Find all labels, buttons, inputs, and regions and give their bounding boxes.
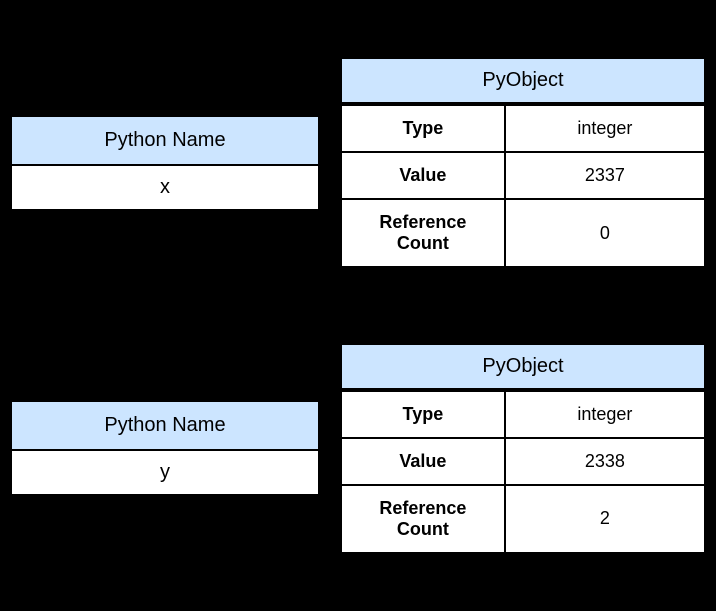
pyobject-title-2: PyObject (340, 343, 706, 390)
row-1: Python Name x PyObject Type integer Valu… (0, 57, 716, 268)
field-value-value-2: 2338 (505, 438, 705, 485)
pyobject-box-1: PyObject Type integer Value 2337 Referen… (340, 57, 706, 268)
table-row: Type integer (341, 105, 705, 152)
python-name-value-1: x (10, 166, 320, 211)
python-name-box-1: Python Name x (10, 115, 320, 211)
python-name-header-1: Python Name (10, 115, 320, 166)
field-label-value-2: Value (341, 438, 505, 485)
field-value-refcount-2: 2 (505, 485, 705, 553)
table-row: ReferenceCount 0 (341, 199, 705, 267)
field-value-refcount-1: 0 (505, 199, 705, 267)
field-value-type-2: integer (505, 391, 705, 438)
pyobject-table-1: Type integer Value 2337 ReferenceCount 0 (340, 104, 706, 268)
pyobject-table-2: Type integer Value 2338 ReferenceCount 2 (340, 390, 706, 554)
row-2: Python Name y PyObject Type integer Valu… (0, 343, 716, 554)
field-label-type-2: Type (341, 391, 505, 438)
field-label-refcount-1: ReferenceCount (341, 199, 505, 267)
table-row: Type integer (341, 391, 705, 438)
field-label-refcount-2: ReferenceCount (341, 485, 505, 553)
table-row: Value 2337 (341, 152, 705, 199)
python-name-value-2: y (10, 451, 320, 496)
diagram-container: Python Name x PyObject Type integer Valu… (0, 0, 716, 611)
field-label-type-1: Type (341, 105, 505, 152)
pyobject-box-2: PyObject Type integer Value 2338 Referen… (340, 343, 706, 554)
field-value-type-1: integer (505, 105, 705, 152)
table-row: ReferenceCount 2 (341, 485, 705, 553)
python-name-header-2: Python Name (10, 400, 320, 451)
field-label-value-1: Value (341, 152, 505, 199)
pyobject-title-1: PyObject (340, 57, 706, 104)
field-value-value-1: 2337 (505, 152, 705, 199)
python-name-box-2: Python Name y (10, 400, 320, 496)
table-row: Value 2338 (341, 438, 705, 485)
